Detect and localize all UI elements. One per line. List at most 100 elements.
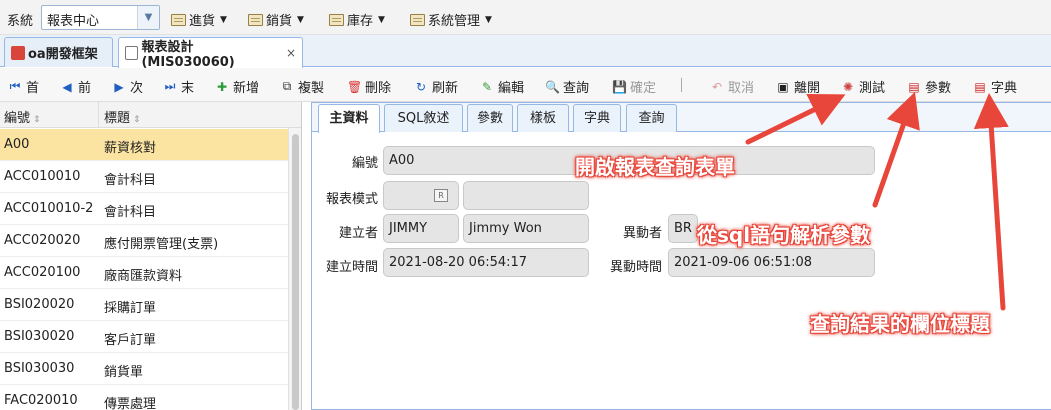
first-label: 首 [26,81,40,96]
tab-oa-framework[interactable]: oa開發框架 [4,37,113,67]
document-icon [125,46,139,60]
close-icon[interactable]: × [286,46,296,60]
app-window: { "menubar": { "system_label": "系統", "sy… [0,0,1051,410]
cell-title: 會計科目 [104,173,157,188]
caret-down-icon: ▼ [297,14,304,25]
menu-system-admin[interactable]: 系統管理 ▼ [410,10,492,29]
table-row[interactable]: ACC010010 會計科目 [0,161,288,193]
cell-code: ACC010010-2 [4,201,94,216]
table-row[interactable]: FAC020010 傳票處理 [0,385,288,410]
delete-button[interactable]: 🗑 刪除 [347,77,392,97]
field-report-mode-name[interactable] [463,181,589,210]
system-label: 系統 [7,14,34,29]
cell-code: A00 [4,137,30,152]
folder-icon [329,13,344,26]
menu-label: 系統管理 [428,14,481,29]
add-label: 新增 [233,81,260,96]
test-button[interactable]: ✺ 測試 [841,77,885,97]
picker-icon[interactable]: R [434,189,448,202]
tab-query[interactable]: 查詢 [626,104,677,132]
field-modified-at[interactable]: 2021-09-06 06:51:08 [668,248,875,277]
label-code: 編號 [351,156,378,171]
next-button[interactable]: ▶ 次 [112,77,144,97]
cell-code: ACC010010 [4,169,81,184]
cancel-label: 取消 [728,81,755,96]
table-row[interactable]: ACC020020 應付開票管理(支票) [0,225,288,257]
cell-title: 傳票處理 [104,397,157,410]
field-created-at[interactable]: 2021-08-20 06:54:17 [383,248,589,277]
scrollbar-thumb[interactable] [292,134,299,410]
prev-button[interactable]: ◀ 前 [60,77,92,97]
add-button[interactable]: ✚ 新增 [215,77,260,97]
tab-dictionary[interactable]: 字典 [573,104,621,132]
table-row[interactable]: BSI030030 銷貨單 [0,353,288,385]
leave-button[interactable]: ▣ 離開 [776,77,820,97]
system-select[interactable]: 報表中心 ▼ [41,5,160,30]
table-row[interactable]: BSI030020 客戶訂單 [0,321,288,353]
column-header-title[interactable]: 標題 ⇕ [104,107,141,126]
menu-purchase[interactable]: 進貨 ▼ [171,10,227,29]
label-modifier: 異動者 [622,226,662,241]
table-row[interactable]: A00 薪資核對 [0,129,288,161]
sort-icon: ⇕ [33,115,41,125]
cell-title: 應付開票管理(支票) [104,237,219,252]
delete-label: 刪除 [365,81,392,96]
annotation-params: 從sql語句解析參數 [697,223,871,247]
label-modified-at: 異動時間 [609,260,662,275]
cell-code: BSI030030 [4,361,75,376]
save-icon: 💾 [612,79,627,94]
first-button[interactable]: ⏮ 首 [8,77,39,96]
prev-icon: ◀ [62,79,72,94]
query-button[interactable]: 🔍 查詢 [545,77,590,97]
column-header-code[interactable]: 編號 ⇕ [4,107,41,126]
cell-title: 採購訂單 [104,301,157,316]
table-row[interactable]: ACC020100 廠商匯款資料 [0,257,288,289]
tab-report-design[interactable]: 報表設計(MIS030060) × [118,37,303,70]
grid-scrollbar[interactable] [288,128,301,410]
page-tabbar: oa開發框架 報表設計(MIS030060) × [0,35,1051,70]
cell-title: 銷貨單 [104,365,144,380]
edit-label: 編輯 [498,81,525,96]
toolbar-separator [681,78,682,92]
params-label: 參數 [925,81,952,96]
field-creator-id[interactable]: JIMMY [383,214,459,243]
copy-button[interactable]: ⧉ 複製 [280,77,324,96]
tab-main[interactable]: 主資料 [318,104,380,133]
sort-icon: ⇕ [133,115,141,125]
caret-down-icon: ▼ [485,14,492,25]
refresh-button[interactable]: ↻ 刷新 [414,77,459,97]
column-divider [98,102,99,128]
page-edit-icon: ▤ [908,79,920,94]
tab-label: 報表設計(MIS030060) [141,40,235,70]
edit-button[interactable]: ✎ 編輯 [480,77,525,97]
tab-sql[interactable]: SQL敘述 [384,104,463,132]
exit-icon: ▣ [777,79,789,94]
tab-params[interactable]: 參數 [467,104,513,132]
field-creator-name[interactable]: Jimmy Won [463,214,589,243]
next-label: 次 [130,81,144,96]
copy-icon: ⧉ [282,79,292,93]
tab-template[interactable]: 樣板 [517,104,569,132]
menu-sales[interactable]: 銷貨 ▼ [248,10,304,29]
report-list-grid: 編號 ⇕ 標題 ⇕ A00 薪資核對 ACC010010 會計科目 ACC010010-2 會… [0,102,302,410]
menu-inventory[interactable]: 庫存 ▼ [329,10,385,29]
dict-button[interactable]: ▤ 字典 [973,77,1017,97]
field-modifier-id[interactable]: BR [668,214,698,243]
field-report-mode[interactable]: R [383,181,459,210]
table-row[interactable]: ACC010010-2 會計科目 [0,193,288,225]
chevron-down-icon[interactable]: ▼ [137,6,159,29]
cell-code: BSI030020 [4,329,75,344]
query-label: 查詢 [563,81,590,96]
confirm-button[interactable]: 💾 確定 [612,77,656,97]
system-select-value: 報表中心 [47,14,100,29]
column-header-label: 編號 [4,111,31,126]
last-button[interactable]: ⏭ 末 [163,77,194,96]
prev-label: 前 [78,81,92,96]
params-button[interactable]: ▤ 參數 [907,77,952,97]
grid-header: 編號 ⇕ 標題 ⇕ [0,102,301,128]
table-row[interactable]: BSI020020 採購訂單 [0,289,288,321]
cancel-button[interactable]: ↶ 取消 [710,77,755,97]
cell-code: BSI020020 [4,297,75,312]
refresh-label: 刷新 [432,81,459,96]
toolbar: ⏮ 首 ◀ 前 ▶ 次 ⏭ 末 ✚ 新增 ⧉ 複製 🗑 刪除 ↻ 刷新 ✎ 編輯 🔍 查詢 💾 確定 … [0,68,1051,102]
